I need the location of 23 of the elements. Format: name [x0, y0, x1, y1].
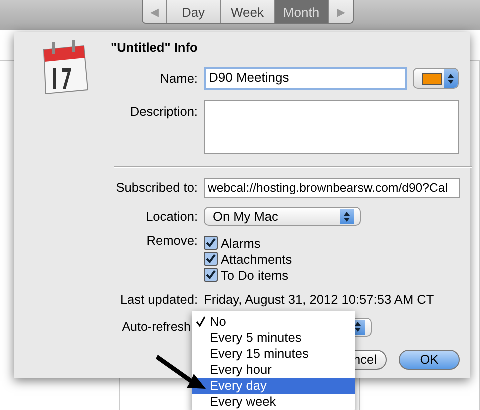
menu-item[interactable]: Every 5 minutes	[192, 330, 355, 346]
menu-item[interactable]: Every day	[192, 378, 355, 394]
menu-item[interactable]: No	[192, 314, 355, 330]
checkbox-label: Attachments	[221, 252, 292, 267]
description-label: Description:	[129, 104, 198, 120]
menu-item[interactable]: Every week	[192, 394, 355, 410]
auto-refresh-label: Auto-refresh	[121, 320, 191, 334]
dialog-title: "Untitled" Info	[111, 40, 199, 55]
view-tab[interactable]: Month	[275, 0, 329, 23]
subscribed-label: Subscribed to:	[115, 180, 198, 196]
checkbox-label: To Do items	[221, 268, 289, 283]
location-label: Location:	[145, 209, 198, 224]
ok-button[interactable]: OK	[399, 350, 460, 370]
name-field[interactable]: D90 Meetings	[204, 67, 407, 90]
name-label: Name:	[159, 71, 198, 86]
last-updated-label: Last updated:	[119, 292, 198, 308]
last-updated-value: Friday, August 31, 2012 10:57:53 AM CT	[204, 292, 436, 308]
remove-label: Remove:	[146, 233, 198, 248]
location-popup[interactable]: On My Mac	[204, 207, 361, 226]
url-field[interactable]: webcal://hosting.brownbearsw.com/d90?Cal	[204, 178, 460, 198]
view-tab[interactable]: Week	[221, 0, 275, 23]
checkbox-label: Alarms	[221, 236, 261, 251]
view-tab[interactable]: Day	[167, 0, 221, 23]
